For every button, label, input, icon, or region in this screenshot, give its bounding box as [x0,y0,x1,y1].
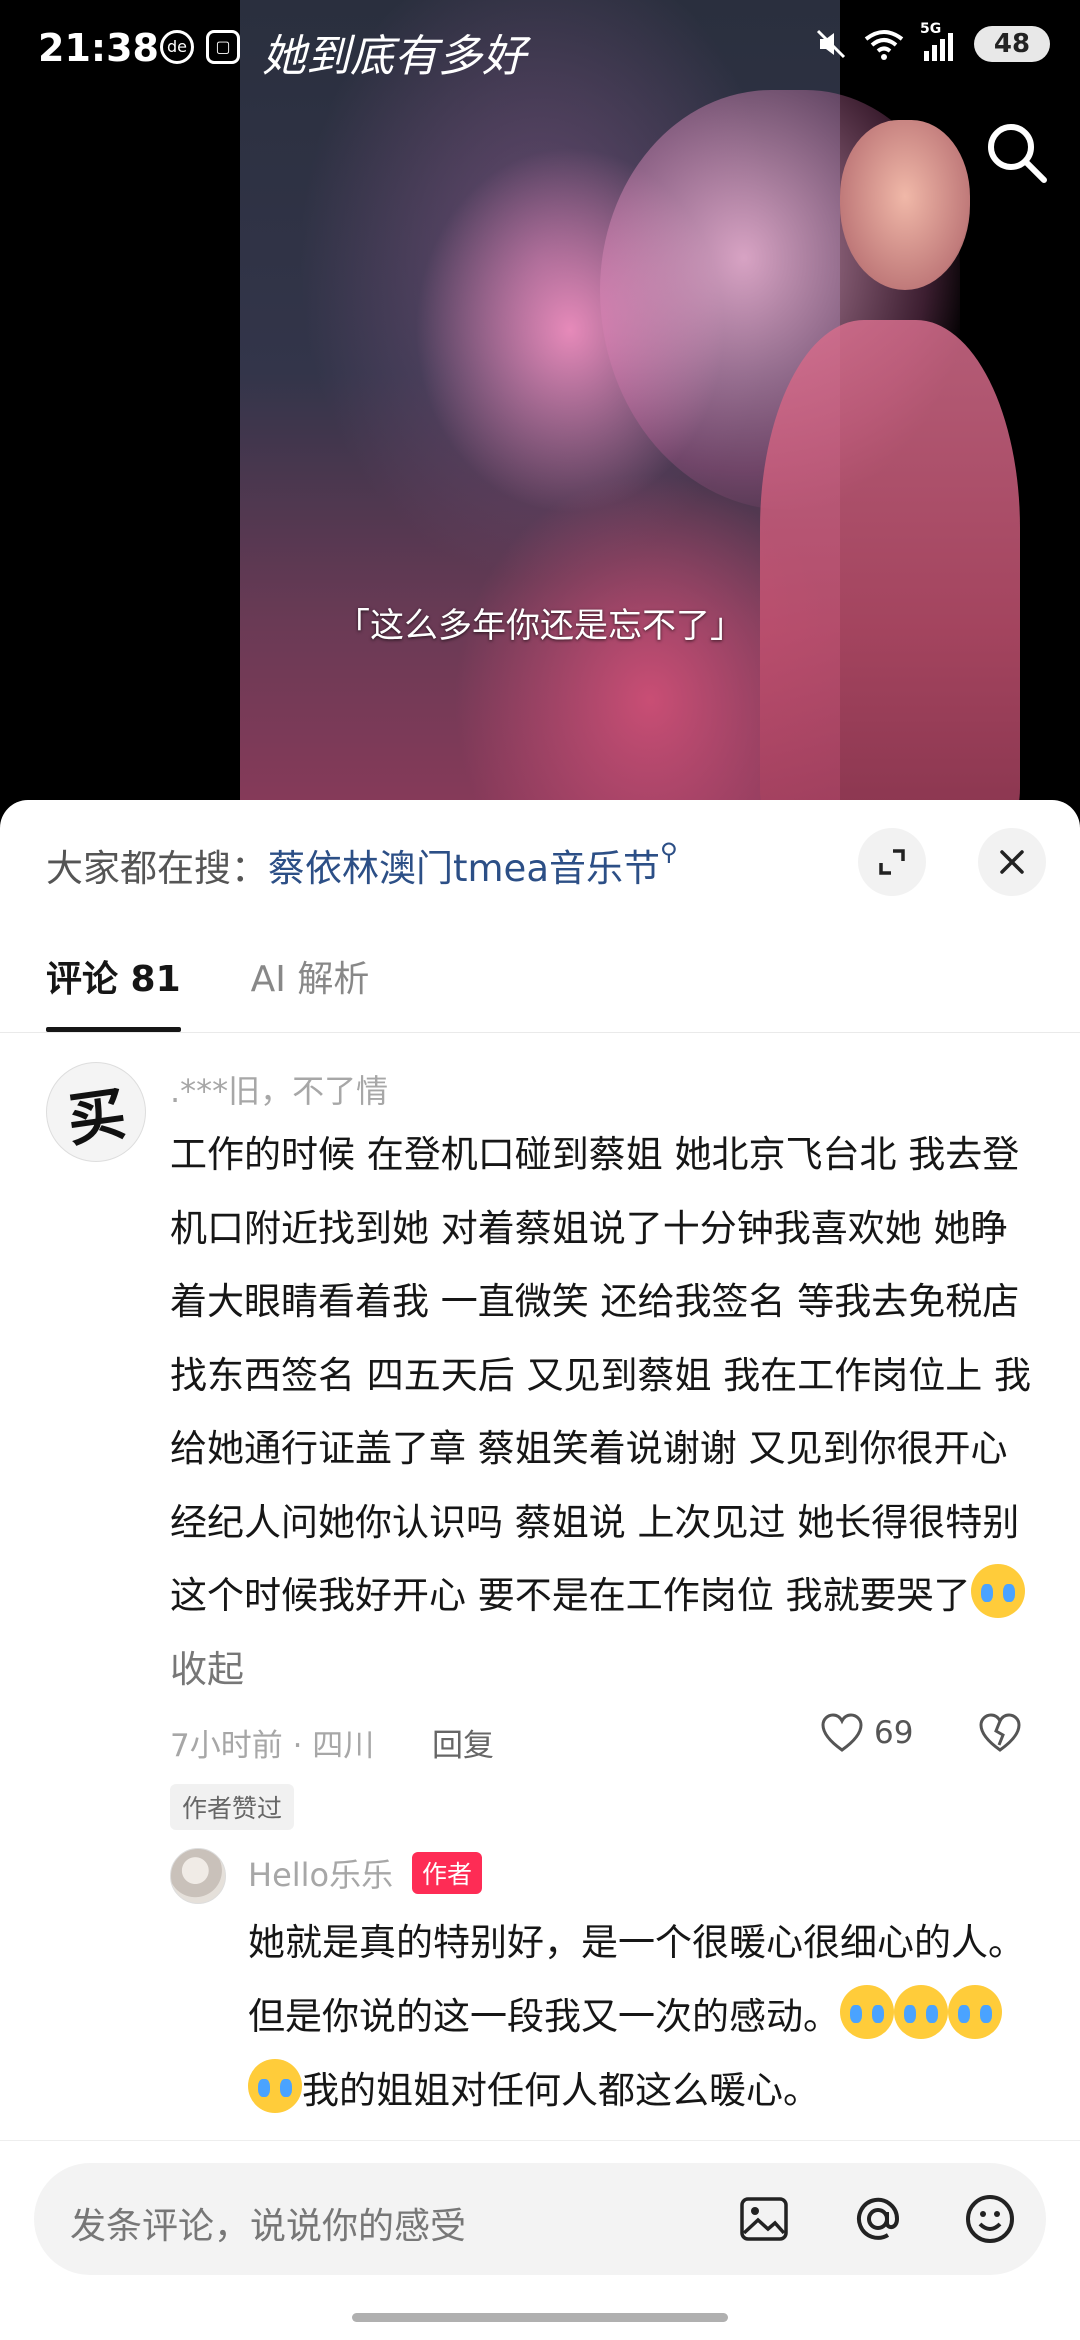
reply-button[interactable]: 回复 [432,1720,494,1765]
mute-icon [816,29,846,59]
close-icon [1000,850,1024,874]
comment-sheet: 大家都在搜：蔡依林澳门tmea音乐节⚲ 评论 81 AI 解析 买 .***旧，… [0,800,1080,2340]
like-count: 69 [874,1715,914,1751]
mention-button[interactable] [848,2189,908,2249]
author-badge: 作者 [412,1852,483,1894]
expand-icon [879,849,905,875]
comment-meta: 7小时前 · 四川 [170,1728,375,1764]
performer-body [760,320,1020,830]
dislike-button[interactable] [978,1713,1022,1757]
tab-ai-analysis[interactable]: AI 解析 [251,950,370,1032]
like-button[interactable]: 69 [820,1713,913,1753]
crying-emoji-icon [840,1985,894,2039]
scan-icon: ▢ [206,30,240,64]
status-time: 21:38 [38,26,159,70]
image-icon [740,2197,788,2241]
crying-emoji-icon [248,2059,302,2113]
image-picker-button[interactable] [734,2189,794,2249]
trending-search[interactable]: 大家都在搜：蔡依林澳门tmea音乐节⚲ [46,838,678,892]
commenter-username[interactable]: .***旧，不了情 [170,1066,388,1112]
broken-heart-icon [979,1713,1021,1752]
author-liked-tag: 作者赞过 [170,1784,295,1830]
performer-face [840,120,970,290]
video-frame [240,0,1020,830]
wifi-icon [864,30,904,60]
comment-text: 工作的时候 在登机口碰到蔡姐 她北京飞台北 我去登机口附近找到她 对着蔡姐说了十… [170,1133,1032,1617]
video-subtitle: 「这么多年你还是忘不了」 [336,606,744,646]
reply-username[interactable]: Hello乐乐 [248,1850,393,1896]
trending-label: 大家都在搜： [46,847,268,890]
video-player[interactable]: 「这么多年你还是忘不了」 [0,0,1080,830]
comment-tabs: 评论 81 AI 解析 [46,950,369,1032]
smiley-icon [966,2195,1014,2243]
comment-body: 工作的时候 在登机口碰到蔡姐 她北京飞台北 我去登机口附近找到她 对着蔡姐说了十… [170,1118,1040,1706]
crying-emoji-icon [894,1985,948,2039]
collapse-link[interactable]: 收起 [170,1648,244,1691]
status-bar: 21:38 de ▢ 她到底有多好 5G 48 [0,0,1080,100]
signal-5g-icon: 5G [920,21,960,61]
heart-icon [821,1713,863,1752]
trending-term[interactable]: 蔡依林澳门tmea音乐节 [268,847,660,890]
search-icon [988,124,1047,183]
crying-emoji-icon [970,1564,1025,1618]
crying-emoji-icon [948,1985,1002,2039]
status-right-group: 5G 48 [814,21,1050,62]
reply-body: 她就是真的特别好，是一个很暖心很细心的人。但是你说的这一段我又一次的感动。我的姐… [248,1906,1038,2128]
comment-input-placeholder: 发条评论，说说你的感受 [70,2206,467,2247]
video-search-button[interactable] [982,118,1052,188]
emoji-button[interactable] [960,2189,1020,2249]
de-icon: de [160,30,194,64]
magnifier-small-icon: ⚲ [660,838,678,866]
home-indicator[interactable] [352,2313,728,2322]
tab-comments[interactable]: 评论 81 [46,950,181,1032]
video-title: 她到底有多好 [262,31,526,82]
close-button[interactable] [978,828,1046,896]
at-icon [857,2197,900,2240]
tabs-divider [0,1032,1080,1033]
battery-indicator: 48 [974,26,1050,62]
comment-input-bar: 发条评论，说说你的感受 [0,2140,1080,2340]
expand-button[interactable] [858,828,926,896]
avatar-text: 买 [63,1079,131,1155]
reply-text-part2: 我的姐姐对任何人都这么暖心。 [302,2069,820,2112]
commenter-avatar[interactable]: 买 [46,1062,146,1162]
comment-input[interactable]: 发条评论，说说你的感受 [34,2163,1046,2275]
reply-avatar[interactable] [170,1848,226,1904]
